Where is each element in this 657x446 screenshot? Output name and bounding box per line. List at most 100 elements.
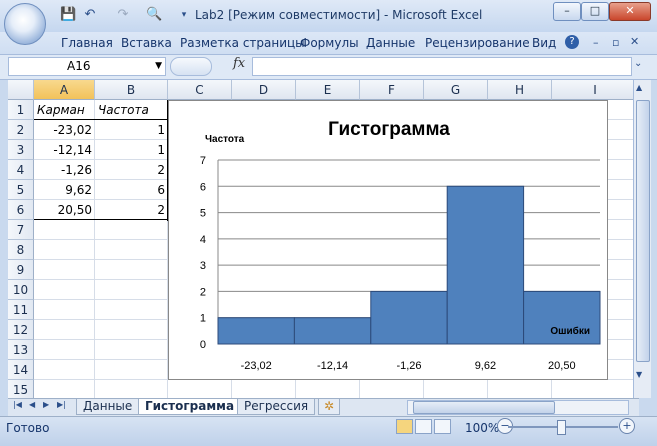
- fx-icon[interactable]: fx: [233, 56, 245, 71]
- row-header[interactable]: 9: [8, 260, 34, 280]
- customize-icon[interactable]: ▾: [176, 7, 192, 23]
- insert-sheet-icon[interactable]: ✲: [318, 399, 341, 415]
- save-icon[interactable]: 💾: [60, 7, 76, 23]
- row-header[interactable]: 7: [8, 220, 34, 240]
- tab-home[interactable]: Главная: [61, 36, 113, 50]
- scroll-down-icon[interactable]: ▼: [636, 370, 642, 379]
- table-cell-frequency[interactable]: 2: [95, 160, 168, 180]
- zoom-level[interactable]: 100%: [465, 421, 499, 435]
- chart-y-tick-label: 5: [200, 208, 206, 220]
- formula-bar-divider-handle[interactable]: [170, 57, 212, 76]
- normal-view-icon[interactable]: [396, 419, 413, 434]
- page-layout-view-icon[interactable]: [415, 419, 432, 434]
- row-header[interactable]: 13: [8, 340, 34, 360]
- chart-bar[interactable]: [370, 290, 448, 345]
- office-button[interactable]: [4, 3, 46, 45]
- column-header-f[interactable]: F: [360, 80, 424, 100]
- zoom-slider-thumb[interactable]: [557, 420, 566, 435]
- column-header-i[interactable]: I: [552, 80, 639, 100]
- chart-y-tick-label: 3: [200, 260, 206, 272]
- table-header-frequency[interactable]: Частота: [95, 100, 168, 120]
- chart-x-tick-label: -1,26: [396, 360, 421, 372]
- last-sheet-icon[interactable]: ▶|: [57, 400, 66, 409]
- column-header-b[interactable]: B: [95, 80, 168, 100]
- tab-view[interactable]: Вид: [532, 36, 556, 50]
- scroll-up-icon[interactable]: ▲: [636, 83, 642, 92]
- help-icon[interactable]: ?: [565, 35, 579, 49]
- zoom-in-button[interactable]: +: [619, 418, 635, 434]
- column-header-h[interactable]: H: [488, 80, 552, 100]
- print-preview-icon[interactable]: 🔍: [146, 7, 162, 23]
- row-header[interactable]: 4: [8, 160, 34, 180]
- redo-icon[interactable]: ↷: [115, 7, 131, 23]
- table-cell-bin[interactable]: -23,02: [34, 120, 95, 140]
- histogram-chart[interactable]: Гистограмма Частота 0 1 2 3 4 5 6 7 -23,02 -12,1…: [168, 100, 608, 380]
- chart-y-tick-label: 2: [200, 286, 206, 298]
- chart-bar[interactable]: [293, 317, 372, 345]
- column-header-d[interactable]: D: [232, 80, 296, 100]
- undo-icon[interactable]: ↶: [82, 7, 98, 23]
- table-cell-bin[interactable]: 20,50: [34, 200, 95, 220]
- row-header[interactable]: 8: [8, 240, 34, 260]
- chevron-down-icon[interactable]: ▼: [155, 58, 162, 75]
- table-cell-bin[interactable]: -12,14: [34, 140, 95, 160]
- tab-formulas[interactable]: Формулы: [300, 36, 359, 50]
- sheet-tab-histogram[interactable]: Гистограмма: [138, 399, 242, 415]
- table-cell-bin[interactable]: -1,26: [34, 160, 95, 180]
- sheet-tab-regression[interactable]: Регрессия: [237, 399, 316, 415]
- select-all-corner[interactable]: [8, 80, 34, 100]
- next-sheet-icon[interactable]: ▶: [43, 400, 49, 409]
- minimize-button[interactable]: –: [553, 2, 581, 21]
- page-break-view-icon[interactable]: [434, 419, 451, 434]
- close-button[interactable]: ✕: [609, 2, 651, 21]
- ribbon-minimize-icon[interactable]: –: [593, 36, 599, 49]
- tab-insert[interactable]: Вставка: [121, 36, 172, 50]
- row-header[interactable]: 11: [8, 300, 34, 320]
- row-header[interactable]: 2: [8, 120, 34, 140]
- row-header[interactable]: 5: [8, 180, 34, 200]
- tab-page-layout[interactable]: Разметка страницы: [180, 36, 305, 50]
- window-title: Lab2 [Режим совместимости] - Microsoft E…: [195, 8, 483, 22]
- row-header[interactable]: 6: [8, 200, 34, 220]
- sheet-tab-data[interactable]: Данные: [76, 399, 140, 415]
- row-header[interactable]: 10: [8, 280, 34, 300]
- name-box[interactable]: A16 ▼: [8, 57, 166, 76]
- chart-x-tick-label: 20,50: [548, 360, 576, 372]
- histogram-svg: Гистограмма Частота 0 1 2 3 4 5 6 7 -23,02 -12,1…: [200, 119, 601, 372]
- tab-review[interactable]: Рецензирование: [425, 36, 530, 50]
- ribbon-close-icon[interactable]: ✕: [630, 35, 639, 48]
- expand-formula-icon[interactable]: ⌄: [634, 58, 642, 69]
- column-header-e[interactable]: E: [296, 80, 360, 100]
- row-header[interactable]: 14: [8, 360, 34, 380]
- chart-y-tick-label: 6: [200, 181, 206, 193]
- table-cell-frequency[interactable]: 6: [95, 180, 168, 200]
- horizontal-scroll-thumb[interactable]: [413, 401, 555, 414]
- chart-y-tick-label: 7: [200, 155, 206, 167]
- chart-bar[interactable]: [217, 317, 295, 345]
- vertical-scroll-thumb[interactable]: [636, 100, 650, 362]
- table-header-bin[interactable]: Карман: [34, 100, 95, 120]
- vertical-scrollbar[interactable]: ▲ ▼: [633, 80, 651, 398]
- ribbon-restore-icon[interactable]: ▫: [612, 36, 619, 49]
- row-header[interactable]: 3: [8, 140, 34, 160]
- chart-x-axis-label: Ошибки: [550, 325, 590, 337]
- chart-y-ticks: 0 1 2 3 4 5 6 7: [200, 155, 206, 351]
- column-header-c[interactable]: C: [168, 80, 232, 100]
- table-cell-frequency[interactable]: 2: [95, 200, 168, 220]
- row-header[interactable]: 15: [8, 380, 34, 398]
- chart-x-ticks: -23,02 -12,14 -1,26 9,62 20,50: [241, 360, 576, 372]
- table-cell-bin[interactable]: 9,62: [34, 180, 95, 200]
- chart-y-tick-label: 4: [200, 234, 206, 246]
- maximize-button[interactable]: □: [581, 2, 609, 21]
- tab-data[interactable]: Данные: [366, 36, 415, 50]
- first-sheet-icon[interactable]: |◀: [13, 400, 22, 409]
- table-cell-frequency[interactable]: 1: [95, 120, 168, 140]
- row-header[interactable]: 12: [8, 320, 34, 340]
- formula-input[interactable]: [252, 57, 632, 76]
- table-cell-frequency[interactable]: 1: [95, 140, 168, 160]
- column-header-g[interactable]: G: [424, 80, 488, 100]
- prev-sheet-icon[interactable]: ◀: [29, 400, 35, 409]
- column-header-a[interactable]: A: [34, 80, 95, 100]
- chart-bar[interactable]: [446, 185, 525, 345]
- row-header[interactable]: 1: [8, 100, 34, 120]
